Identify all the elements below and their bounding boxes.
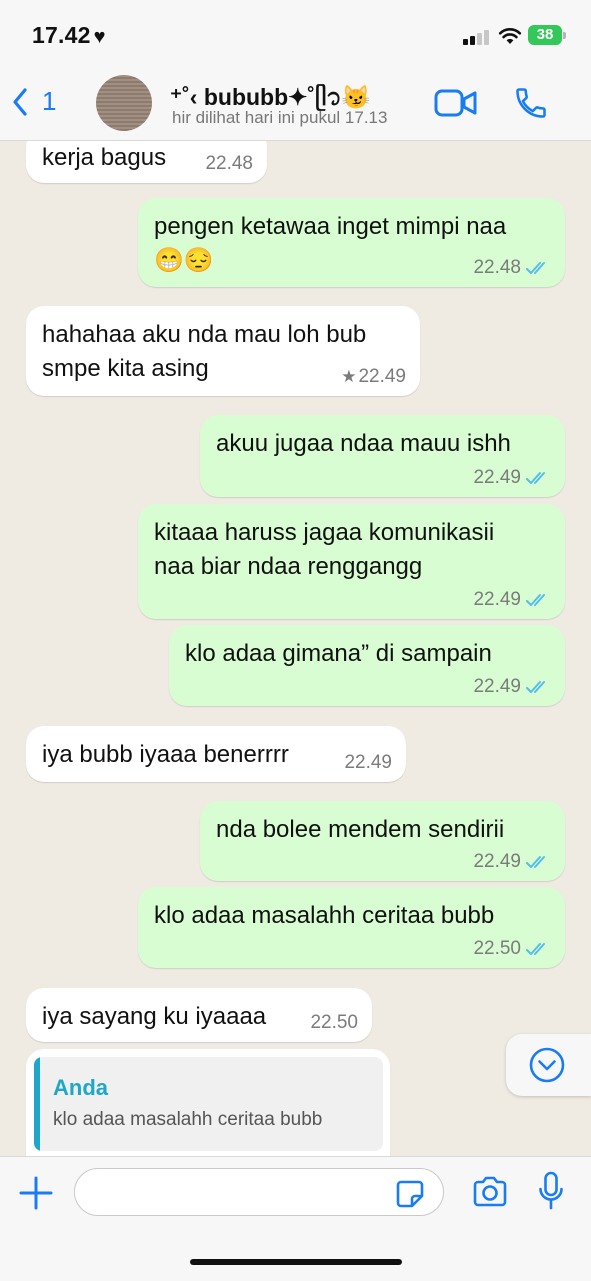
clock: 17.42 ♥	[32, 22, 106, 49]
message-time: 22.49	[473, 589, 521, 610]
message-line: akuu jugaa ndaa mauu ishh	[216, 430, 511, 457]
message-time: 22.49	[358, 366, 406, 387]
message-meta: 22.49	[473, 676, 551, 698]
microphone-icon[interactable]	[537, 1171, 565, 1211]
camera-icon[interactable]	[472, 1176, 508, 1208]
message-outgoing[interactable]: klo adaa masalahh ceritaa bubb 22.50	[138, 887, 565, 968]
message-line: klo adaa gimana” di sampain	[185, 640, 492, 667]
message-text: iya sayang ku iyaaaa	[42, 1000, 266, 1034]
message-meta: 22.48	[205, 153, 253, 175]
chevron-down-circle-icon	[529, 1047, 565, 1083]
message-incoming[interactable]: iya bubb iyaaa benerrrr 22.49	[26, 726, 406, 782]
message-line: pengen ketawaa inget mimpi naa	[154, 213, 507, 240]
message-text: kerja bagus	[42, 141, 166, 175]
phone-icon[interactable]	[513, 85, 549, 121]
double-check-icon	[526, 594, 545, 606]
double-check-icon	[526, 856, 545, 868]
message-line: iya bubb iyaaa benerrrr	[42, 741, 289, 768]
message-text: pengen ketawaa inget mimpi naa 😁😔	[154, 210, 506, 278]
message-time: 22.48	[205, 153, 253, 174]
contact-status: hir dilihat hari ini pukul 17.13	[172, 108, 388, 127]
message-time: 22.49	[473, 851, 521, 872]
status-bar: 17.42 ♥ 38	[0, 0, 591, 72]
star-icon: ★	[341, 367, 357, 386]
message-meta: 22.49	[344, 752, 392, 774]
message-time: 22.49	[344, 752, 392, 773]
message-outgoing[interactable]: akuu jugaa ndaa mauu ishh 22.49	[200, 415, 565, 497]
heart-icon: ♥	[93, 26, 106, 48]
chevron-left-icon	[13, 87, 27, 116]
message-meta: 22.49	[473, 467, 551, 489]
message-incoming[interactable]: hahahaa aku nda mau loh bub smpe kita asi…	[26, 306, 420, 396]
message-incoming[interactable]: kerja bagus 22.48	[26, 141, 267, 183]
plus-icon[interactable]	[18, 1175, 54, 1211]
clock-time: 17.42	[32, 22, 91, 48]
message-meta: ★ 22.49	[341, 366, 406, 388]
message-line: nda bolee mendem sendirii	[216, 816, 505, 843]
video-call-icon[interactable]	[434, 88, 478, 118]
quote-author: Anda	[53, 1075, 108, 1100]
message-incoming[interactable]: iya sayang ku iyaaaa 22.50	[26, 988, 372, 1042]
message-text: akuu jugaa ndaa mauu ishh	[216, 427, 511, 461]
message-text: nda bolee mendem sendirii	[216, 813, 504, 847]
message-line: kerja bagus	[42, 144, 167, 171]
message-text: kitaaa haruss jagaa komunikasii naa biar …	[154, 516, 494, 584]
signal-icon	[463, 29, 491, 45]
double-check-icon	[526, 943, 545, 955]
message-line: smpe kita asing	[42, 355, 209, 382]
message-time: 22.49	[473, 676, 521, 697]
unread-count: 1	[42, 86, 57, 116]
message-meta: 22.50	[310, 1012, 358, 1034]
message-text: hahahaa aku nda mau loh bub smpe kita asi…	[42, 318, 366, 386]
message-time: 22.50	[473, 938, 521, 959]
quote-text: klo adaa masalahh ceritaa bubb	[53, 1109, 323, 1130]
scroll-to-bottom-button[interactable]	[506, 1034, 591, 1096]
message-time: 22.48	[473, 257, 521, 278]
avatar[interactable]	[96, 75, 152, 131]
message-meta: 22.49	[473, 851, 551, 873]
message-line: hahahaa aku nda mau loh bub	[42, 321, 367, 348]
back-button[interactable]: 1	[12, 86, 56, 117]
message-line: kitaaa haruss jagaa komunikasii	[154, 519, 495, 546]
message-line: iya sayang ku iyaaaa	[42, 1003, 267, 1030]
message-text: klo adaa masalahh ceritaa bubb	[154, 899, 494, 933]
wifi-icon	[498, 28, 522, 44]
sticker-icon[interactable]	[395, 1179, 425, 1209]
message-meta: 22.49	[473, 589, 551, 611]
message-time: 22.49	[473, 467, 521, 488]
message-input-field[interactable]	[91, 1177, 395, 1207]
quoted-message[interactable]: Anda klo adaa masalahh ceritaa bubb	[34, 1057, 383, 1151]
message-outgoing[interactable]: pengen ketawaa inget mimpi naa 😁😔 22.48	[138, 198, 565, 287]
double-check-icon	[526, 681, 545, 693]
battery-indicator: 38	[528, 25, 566, 45]
message-input[interactable]	[74, 1168, 444, 1216]
message-time: 22.50	[310, 1012, 358, 1033]
chat-header: 1 ⁺˚‹ bububb✦˚ᥫ᭡😼 hir dilihat hari ini p…	[0, 72, 591, 141]
home-indicator	[190, 1259, 402, 1265]
double-check-icon	[526, 262, 545, 274]
chat-area: kerja bagus 22.48 pengen ketawaa inget m…	[0, 141, 591, 1156]
message-line: 😁😔	[154, 247, 214, 274]
message-meta: 22.48	[473, 257, 551, 279]
message-outgoing[interactable]: nda bolee mendem sendirii 22.49	[200, 801, 565, 881]
message-line: naa biar ndaa renggangg	[154, 553, 423, 580]
quote-bar	[34, 1057, 40, 1151]
message-outgoing[interactable]: klo adaa gimana” di sampain 22.49	[169, 625, 565, 706]
message-meta: 22.50	[473, 938, 551, 960]
message-text: iya bubb iyaaa benerrrr	[42, 738, 289, 772]
message-outgoing[interactable]: kitaaa haruss jagaa komunikasii naa biar …	[138, 504, 565, 619]
reply-preview[interactable]: Anda klo adaa masalahh ceritaa bubb	[26, 1049, 390, 1156]
message-text: klo adaa gimana” di sampain	[185, 637, 492, 671]
message-line: klo adaa masalahh ceritaa bubb	[154, 902, 495, 929]
double-check-icon	[526, 472, 545, 484]
